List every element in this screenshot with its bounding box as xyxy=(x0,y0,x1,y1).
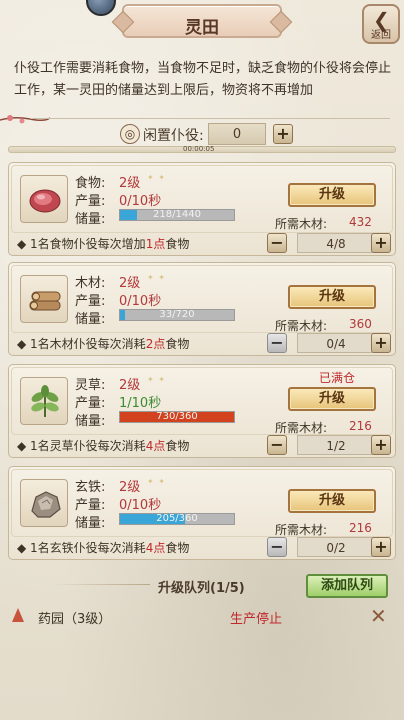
card-footer: ◆ 1名玄铁仆役每次消耗4点食物 − 0/2 + xyxy=(9,535,395,559)
resource-frame xyxy=(20,275,68,323)
idle-count: 0 xyxy=(208,123,266,145)
decrease-button[interactable]: − xyxy=(267,537,287,557)
wood-icon xyxy=(29,291,61,311)
output-value: 0/10秒 xyxy=(119,194,162,209)
upgrade-button[interactable]: 升级 xyxy=(288,489,376,513)
upgrade-button[interactable]: 升级 xyxy=(288,285,376,309)
resource-name: 灵草: xyxy=(75,378,106,393)
queue-item-status: 生产停止 xyxy=(230,612,283,627)
divider xyxy=(50,584,150,585)
herb-icon xyxy=(31,385,59,417)
storage-bar: 218/1440 xyxy=(119,209,235,221)
storage-text: 218/1440 xyxy=(153,209,201,220)
upgrade-button[interactable]: 升级 xyxy=(288,183,376,207)
description-text: 仆役工作需要消耗食物，当食物不足时，缺乏食物的仆役将会停止工作，某一灵田的储量达… xyxy=(14,61,392,98)
footer-text: ◆ 1名木材仆役每次消耗2点食物 xyxy=(17,337,190,351)
footer-text: ◆ 1名灵草仆役每次消耗4点食物 xyxy=(17,439,190,453)
increase-button[interactable]: + xyxy=(371,233,391,253)
output-label: 产量: xyxy=(75,194,106,209)
allocation-count: 4/8 xyxy=(297,233,375,253)
iron-ore-icon xyxy=(31,491,61,518)
title-plate: 灵田 xyxy=(122,4,282,38)
queue-item-name: 药园（3级） xyxy=(38,612,112,627)
allocation-count: 0/2 xyxy=(297,537,375,557)
resource-card-wood: 木材: 2级 ✦ ✦ 产量: 0/10秒 储量: 33/720 升级 所需木材:… xyxy=(8,262,396,356)
cancel-queue-icon[interactable]: ✕ xyxy=(370,604,387,628)
timer-text: 00:00:05 xyxy=(183,145,215,153)
cost-value: 216 xyxy=(349,419,372,433)
output-label: 产量: xyxy=(75,294,106,309)
add-queue-button[interactable]: 添加队列 xyxy=(306,574,388,598)
output-value: 1/10秒 xyxy=(119,396,162,411)
back-button[interactable]: ❮ 返回 xyxy=(362,4,400,44)
decrease-button[interactable]: − xyxy=(267,333,287,353)
add-idle-button[interactable]: + xyxy=(273,124,293,144)
meat-icon xyxy=(29,189,61,213)
resource-level: 2级 xyxy=(119,176,141,191)
storage-label: 储量: xyxy=(75,312,106,327)
resource-frame xyxy=(20,175,68,223)
resource-level: 2级 xyxy=(119,480,141,495)
cost-label: 所需木材: xyxy=(275,217,328,231)
storage-bar: 205/360 xyxy=(119,513,235,525)
output-value: 0/10秒 xyxy=(119,294,162,309)
resource-card-herb: 灵草: 2级 ✦ ✦ 产量: 1/10秒 储量: 730/360 已满仓 升级 … xyxy=(8,364,396,458)
storage-bar: 730/360 xyxy=(119,411,235,423)
sparkle-icon: ✦ ✦ xyxy=(147,477,166,486)
storage-text: 205/360 xyxy=(156,513,198,524)
sparkle-icon: ✦ ✦ xyxy=(147,375,166,384)
upgrade-button[interactable]: 升级 xyxy=(288,387,376,411)
increase-button[interactable]: + xyxy=(371,537,391,557)
resource-card-iron: 玄铁: 2级 ✦ ✦ 产量: 0/10秒 储量: 205/360 升级 所需木材… xyxy=(8,466,396,560)
resource-level: 2级 xyxy=(119,378,141,393)
footer-text: ◆ 1名玄铁仆役每次消耗4点食物 xyxy=(17,541,190,555)
decrease-button[interactable]: − xyxy=(267,233,287,253)
allocation-count: 1/2 xyxy=(297,435,375,455)
resource-name: 食物: xyxy=(75,176,106,191)
resource-frame xyxy=(20,479,68,527)
output-value: 0/10秒 xyxy=(119,498,162,513)
queue-item-marker-icon xyxy=(12,608,24,622)
card-footer: ◆ 1名木材仆役每次消耗2点食物 − 0/4 + xyxy=(9,331,395,355)
resource-card-food: 食物: 2级 ✦ ✦ 产量: 0/10秒 储量: 218/1440 升级 所需木… xyxy=(8,162,396,256)
storage-label: 储量: xyxy=(75,212,106,227)
card-footer: ◆ 1名灵草仆役每次消耗4点食物 − 1/2 + xyxy=(9,433,395,457)
output-label: 产量: xyxy=(75,396,106,411)
cost-value: 216 xyxy=(349,521,372,535)
resource-level: 2级 xyxy=(119,276,141,291)
full-warning: 已满仓 xyxy=(319,371,356,385)
sparkle-icon: ✦ ✦ xyxy=(147,273,166,282)
resource-name: 木材: xyxy=(75,276,106,291)
divider xyxy=(30,118,390,119)
cost-value: 432 xyxy=(349,215,372,229)
storage-bar: 33/720 xyxy=(119,309,235,321)
back-label: 返回 xyxy=(371,30,391,41)
increase-button[interactable]: + xyxy=(371,435,391,455)
cost-value: 360 xyxy=(349,317,372,331)
decrease-button[interactable]: − xyxy=(267,435,287,455)
sparkle-icon: ✦ ✦ xyxy=(147,173,166,182)
card-footer: ◆ 1名食物仆役每次增加1点食物 − 4/8 + xyxy=(9,231,395,255)
increase-button[interactable]: + xyxy=(371,333,391,353)
output-label: 产量: xyxy=(75,498,106,513)
allocation-count: 0/4 xyxy=(297,333,375,353)
footer-text: ◆ 1名食物仆役每次增加1点食物 xyxy=(17,237,190,251)
storage-text: 33/720 xyxy=(159,309,195,320)
storage-label: 储量: xyxy=(75,414,106,429)
storage-text: 730/360 xyxy=(156,411,198,422)
plum-branch-ornament xyxy=(0,115,50,124)
resource-name: 玄铁: xyxy=(75,480,106,495)
storage-label: 储量: xyxy=(75,516,106,531)
resource-frame xyxy=(20,377,68,425)
idle-label: 闲置仆役: xyxy=(143,128,204,144)
page-title: 灵田 xyxy=(185,18,219,38)
queue-title: 升级队列(1/5) xyxy=(158,581,245,596)
servant-icon: ◎ xyxy=(120,124,140,144)
